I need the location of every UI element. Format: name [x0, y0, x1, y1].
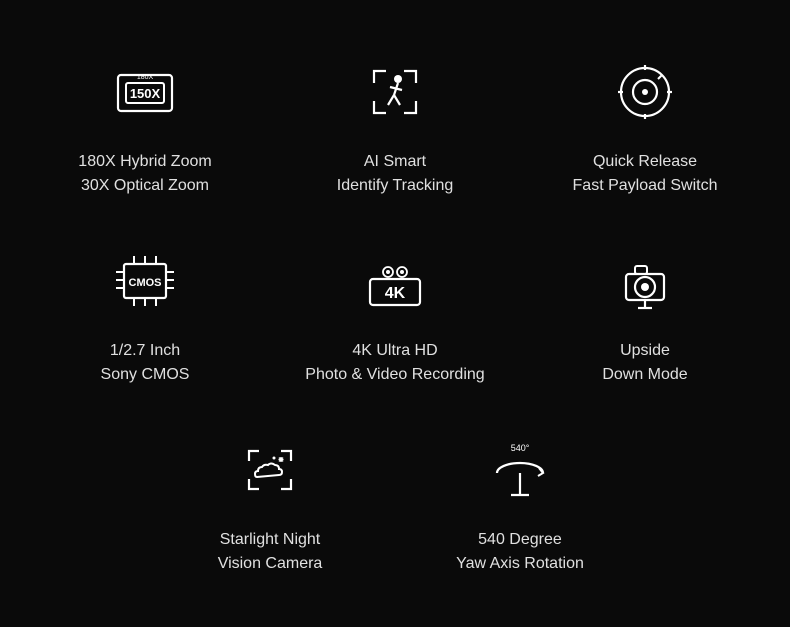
yaw-icon: 540° — [480, 430, 560, 510]
release-icon — [605, 52, 685, 132]
cell-upside-down: UpsideDown Mode — [520, 219, 770, 408]
bottom-row: Starlight NightVision Camera 540° — [20, 408, 770, 597]
tracking-label: AI SmartIdentify Tracking — [337, 150, 454, 198]
svg-text:540°: 540° — [511, 443, 530, 453]
cell-hybrid-zoom: 180X 150X 180X Hybrid Zoom30X Optical Zo… — [20, 30, 270, 219]
upsidedown-icon — [605, 241, 685, 321]
starlight-label: Starlight NightVision Camera — [218, 528, 323, 576]
4k-icon: 4K — [355, 241, 435, 321]
svg-text:180X: 180X — [137, 74, 154, 81]
svg-text:4K: 4K — [385, 285, 406, 302]
upsidedown-label: UpsideDown Mode — [602, 339, 687, 387]
svg-text:CMOS: CMOS — [129, 277, 162, 289]
feature-grid: 180X 150X 180X Hybrid Zoom30X Optical Zo… — [0, 0, 790, 627]
cell-starlight: Starlight NightVision Camera — [145, 408, 395, 597]
tracking-icon — [355, 52, 435, 132]
cell-ai-tracking: AI SmartIdentify Tracking — [270, 30, 520, 219]
cmos-label: 1/2.7 InchSony CMOS — [101, 339, 190, 387]
cell-sony-cmos: CMOS 1/2.7 InchSony CMOS — [20, 219, 270, 408]
cmos-icon: CMOS — [105, 241, 185, 321]
yaw-label: 540 DegreeYaw Axis Rotation — [456, 528, 584, 576]
cell-yaw-rotation: 540° 540 DegreeYaw Axis Rotation — [395, 408, 645, 597]
zoom-label: 180X Hybrid Zoom30X Optical Zoom — [78, 150, 211, 198]
zoom-icon: 180X 150X — [105, 52, 185, 132]
cell-quick-release: Quick ReleaseFast Payload Switch — [520, 30, 770, 219]
svg-text:150X: 150X — [130, 86, 161, 101]
starlight-icon — [230, 430, 310, 510]
cell-4k-video: 4K 4K Ultra HDPhoto & Video Recording — [270, 219, 520, 408]
release-label: Quick ReleaseFast Payload Switch — [573, 150, 718, 198]
4k-label: 4K Ultra HDPhoto & Video Recording — [305, 339, 484, 387]
